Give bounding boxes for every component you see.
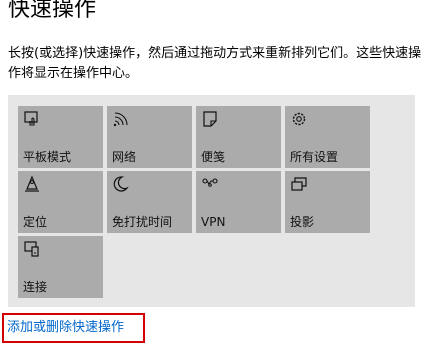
tile-label: 免打扰时间 [112,215,173,229]
location-icon [23,175,41,193]
quick-actions-panel: 平板模式 网络 便笺 所有设置 定位 免打扰时间 VPN 投影 连接 [8,95,415,307]
note-icon [201,110,219,128]
quick-actions-settings-page: 快速操作 长按(或选择)快速操作，然后通过拖动方式来重新排列它们。这些快速操作将… [0,0,427,350]
tile-location[interactable]: 定位 [18,171,103,233]
tile-label: 所有设置 [290,150,339,164]
page-description: 长按(或选择)快速操作，然后通过拖动方式来重新排列它们。这些快速操作将显示在操作… [8,46,422,81]
tile-quiet-hours[interactable]: 免打扰时间 [107,171,192,233]
tile-label: 连接 [23,280,48,294]
tile-tablet-mode[interactable]: 平板模式 [18,106,103,168]
project-icon [290,175,308,193]
tablet-mode-icon [23,110,41,128]
tile-label: 投影 [290,215,315,229]
tile-label: 便笺 [201,150,226,164]
gear-icon [290,110,308,128]
connect-icon [23,240,41,258]
tile-all-settings[interactable]: 所有设置 [285,106,370,168]
tile-network[interactable]: 网络 [107,106,192,168]
tile-label: 网络 [112,150,137,164]
moon-icon [112,175,130,193]
network-icon [112,110,130,128]
tile-project[interactable]: 投影 [285,171,370,233]
tile-note[interactable]: 便笺 [196,106,281,168]
tile-vpn[interactable]: VPN [196,171,281,233]
vpn-icon [201,175,219,193]
add-remove-quick-actions-link[interactable]: 添加或删除快速操作 [7,320,124,336]
tile-connect[interactable]: 连接 [18,236,103,298]
tile-label: 平板模式 [23,150,72,164]
tile-label: 定位 [23,215,48,229]
tile-label: VPN [201,215,226,229]
page-title: 快速操作 [8,0,97,22]
